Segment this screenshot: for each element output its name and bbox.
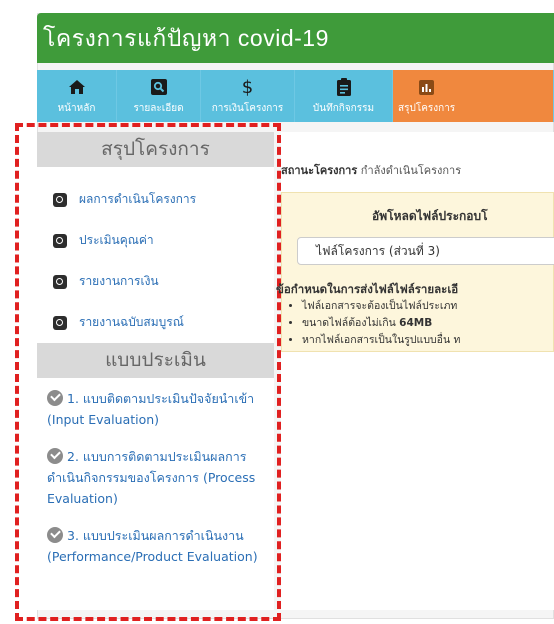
search-icon <box>53 315 67 330</box>
list-item: ขนาดไฟล์ต้องไม่เกิน 64MB <box>302 315 460 332</box>
check-circle-icon <box>47 390 63 406</box>
upload-title: อัพโหลดไฟล์ประกอบโ <box>372 209 488 223</box>
evaluation-item-performance[interactable]: 3. แบบประเมินผลการดำเนินงาน (Performance… <box>37 515 274 573</box>
nav-details-label: รายละเอียด <box>133 103 184 114</box>
main-content: สถานะโครงการ กำลังดำเนินโครงการ อัพโหลดไ… <box>276 132 554 610</box>
file-type-select[interactable]: ไฟล์โครงการ (ส่วนที่ 3) <box>297 237 554 265</box>
summary-heading: สรุปโครงการ <box>37 132 274 167</box>
sidebar-link-full-report[interactable]: รายงานฉบับสมบูรณ์ <box>37 302 274 343</box>
status-label: สถานะโครงการ <box>281 164 358 177</box>
requirements-list: ไฟล์เอกสารจะต้องเป็นไฟล์ประเภท ขนาดไฟล์ต… <box>302 298 460 349</box>
evaluation-item-process[interactable]: 2. แบบการติดตามประเมินผลการดำเนินกิจกรรม… <box>37 436 274 515</box>
dollar-icon: $ <box>241 76 254 98</box>
nav-finance[interactable]: $ การเงินโครงการ <box>201 70 295 122</box>
nav-activities-label: บันทึกกิจกรรม <box>312 103 375 114</box>
search-icon <box>53 233 67 248</box>
status-value: กำลังดำเนินโครงการ <box>360 164 462 177</box>
sidebar-link-value-assessment[interactable]: ประเมินคุณค่า <box>37 220 274 261</box>
check-circle-icon <box>47 527 63 543</box>
evaluation-item-input[interactable]: 1. แบบติดตามประเมินปัจจัยนำเข้า (Input E… <box>37 378 274 436</box>
title-bar: โครงการแก้ปัญหา covid-19 <box>37 13 554 63</box>
evaluation-label: 1. แบบติดตามประเมินปัจจัยนำเข้า (Input E… <box>47 391 255 427</box>
search-icon <box>150 77 167 97</box>
evaluation-label: 3. แบบประเมินผลการดำเนินงาน (Performance… <box>47 528 258 564</box>
list-item: หากไฟล์เอกสารเป็นในรูปแบบอื่น ท <box>302 332 460 349</box>
check-circle-icon <box>47 448 63 464</box>
nav-summary[interactable]: สรุปโครงการ <box>393 70 554 122</box>
list-item: ไฟล์เอกสารจะต้องเป็นไฟล์ประเภท <box>302 298 460 315</box>
evaluation-heading: แบบประเมิน <box>37 343 274 378</box>
search-icon <box>53 192 67 207</box>
sidebar-link-finance-report[interactable]: รายงานการเงิน <box>37 261 274 302</box>
home-icon <box>68 77 86 97</box>
nav-home-label: หน้าหลัก <box>57 103 96 114</box>
main-nav: หน้าหลัก รายละเอียด $ การเงินโครงการ บัน… <box>37 70 554 122</box>
nav-home[interactable]: หน้าหลัก <box>37 70 117 122</box>
nav-details[interactable]: รายละเอียด <box>117 70 201 122</box>
app-title: โครงการแก้ปัญหา covid-19 <box>43 25 329 51</box>
sidebar-link-label: รายงานการเงิน <box>79 274 159 288</box>
sidebar-link-results[interactable]: ผลการดำเนินโครงการ <box>37 179 274 220</box>
search-icon <box>53 274 67 289</box>
nav-summary-label: สรุปโครงการ <box>398 103 456 114</box>
upload-panel: อัพโหลดไฟล์ประกอบโ ไฟล์โครงการ (ส่วนที่ … <box>276 192 554 352</box>
evaluation-label: 2. แบบการติดตามประเมินผลการดำเนินกิจกรรม… <box>47 449 256 506</box>
nav-activities[interactable]: บันทึกกิจกรรม <box>295 70 393 122</box>
nav-finance-label: การเงินโครงการ <box>211 103 284 114</box>
clipboard-icon <box>336 77 351 97</box>
sidebar-link-label: ผลการดำเนินโครงการ <box>79 192 197 206</box>
project-status: สถานะโครงการ กำลังดำเนินโครงการ <box>281 161 461 179</box>
sidebar-link-label: ประเมินคุณค่า <box>79 233 154 247</box>
sidebar: สรุปโครงการ ผลการดำเนินโครงการ ประเมินคุ… <box>37 132 274 610</box>
chart-icon <box>398 77 454 97</box>
sidebar-link-label: รายงานฉบับสมบูรณ์ <box>79 315 184 329</box>
requirements-title: ข้อกำหนดในการส่งไฟล์ไฟล์รายละเอี <box>276 282 459 296</box>
